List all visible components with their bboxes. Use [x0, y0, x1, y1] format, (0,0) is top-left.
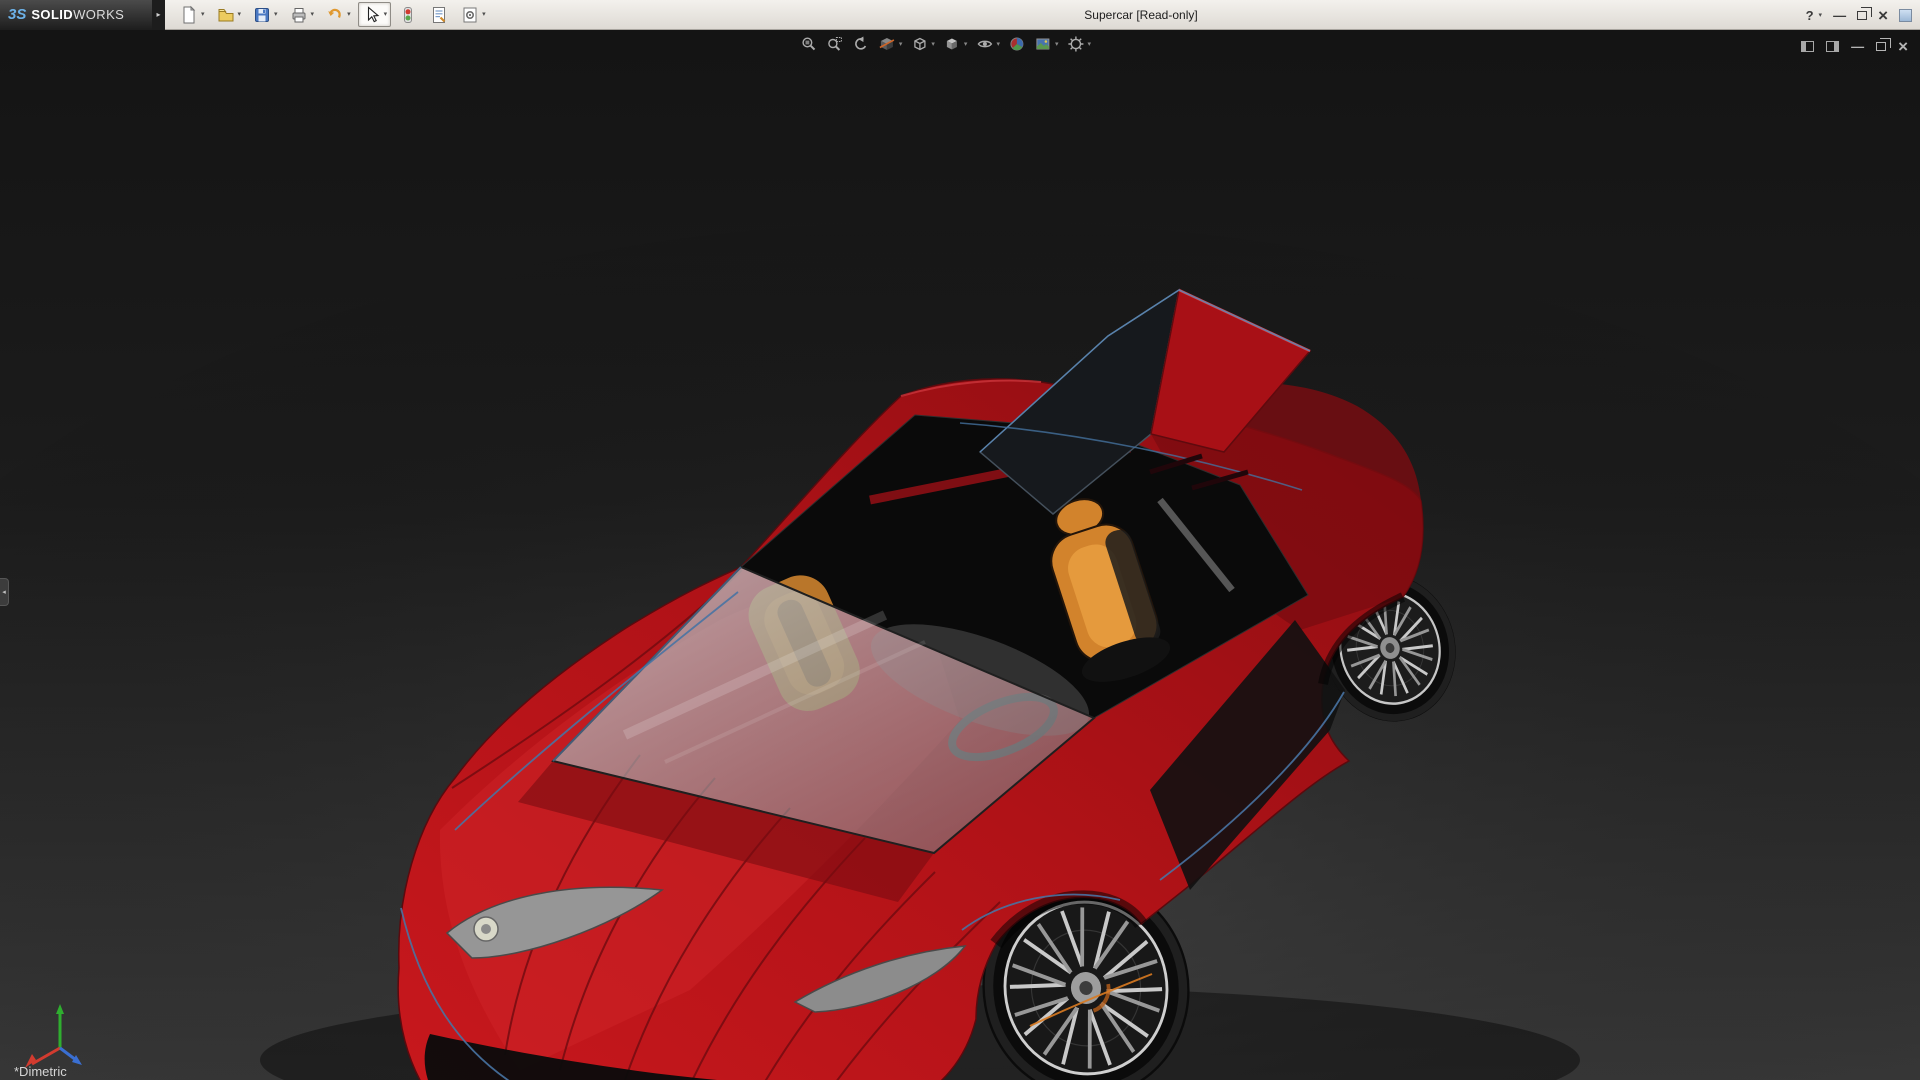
expander-arrow-icon: ▸: [156, 10, 160, 19]
view-settings-icon: [1066, 35, 1084, 53]
restore-button[interactable]: [1857, 11, 1867, 20]
supercar-model: [0, 30, 1920, 1080]
hide-show-items-button[interactable]: ▾: [975, 35, 1000, 53]
reference-triad: [18, 990, 98, 1075]
hide-show-items-icon: [975, 35, 993, 53]
zoom-to-fit-icon: [800, 35, 818, 53]
app-titlebar: 3S SOLIDWORKS ▸ ▾ ▾ ▾: [0, 0, 1920, 30]
show-display-pane-button[interactable]: [1826, 41, 1839, 52]
display-style-icon: [943, 35, 961, 53]
view-settings-button[interactable]: ▾: [1066, 35, 1091, 53]
standard-toolbar: ▾ ▾ ▾ ▾ ▾: [175, 2, 490, 27]
dropdown-caret[interactable]: ▾: [899, 41, 903, 48]
rebuild-button[interactable]: [394, 2, 422, 27]
headsup-view-toolbar: ▾ ▾ ▾ ▾: [800, 35, 1091, 53]
undo-icon: [325, 5, 345, 25]
apply-scene-button[interactable]: ▾: [1034, 35, 1059, 53]
print-icon: [289, 5, 309, 25]
zoom-to-area-icon: [826, 35, 844, 53]
dropdown-caret[interactable]: ▾: [238, 11, 242, 18]
section-view-button[interactable]: ▾: [878, 35, 903, 53]
dropdown-caret[interactable]: ▾: [384, 11, 388, 18]
window-controls: ? ▾ — ×: [1806, 0, 1912, 30]
zoom-to-fit-button[interactable]: [800, 35, 818, 53]
dropdown-caret[interactable]: ▾: [1087, 41, 1091, 48]
dropdown-caret[interactable]: ▾: [201, 11, 205, 18]
print-button[interactable]: ▾: [285, 2, 319, 27]
section-view-icon: [878, 35, 896, 53]
save-icon: [252, 5, 272, 25]
restore-document-button[interactable]: [1876, 42, 1886, 51]
new-document-button[interactable]: ▾: [175, 2, 209, 27]
select-icon: [362, 5, 382, 25]
window-shade-icon[interactable]: [1899, 9, 1912, 22]
document-window-controls: — ×: [1801, 38, 1908, 55]
dropdown-caret[interactable]: ▾: [311, 11, 315, 18]
close-button[interactable]: ×: [1878, 7, 1888, 24]
new-document-icon: [179, 5, 199, 25]
help-dropdown-caret[interactable]: ▾: [1819, 12, 1823, 19]
open-icon: [216, 5, 236, 25]
collapse-arrow-icon: ◂: [2, 588, 6, 596]
window-title: Supercar [Read-only]: [1084, 0, 1197, 30]
dropdown-caret[interactable]: ▾: [931, 41, 935, 48]
close-document-button[interactable]: ×: [1898, 38, 1908, 55]
restore-icon: [1857, 11, 1867, 20]
brand-text: SOLIDWORKS: [31, 7, 124, 22]
minimize-document-button[interactable]: —: [1851, 40, 1864, 53]
previous-view-button[interactable]: [852, 35, 870, 53]
restore-document-icon: [1876, 42, 1886, 51]
zoom-to-area-button[interactable]: [826, 35, 844, 53]
previous-view-icon: [852, 35, 870, 53]
undo-button[interactable]: ▾: [321, 2, 355, 27]
dropdown-caret[interactable]: ▾: [274, 11, 278, 18]
file-properties-button[interactable]: [425, 2, 453, 27]
3ds-logo-icon: 3S: [8, 6, 26, 23]
save-button[interactable]: ▾: [248, 2, 282, 27]
edit-appearance-icon: [1008, 35, 1026, 53]
panel-collapse-tab[interactable]: ◂: [0, 578, 9, 606]
view-orientation-button[interactable]: ▾: [910, 35, 935, 53]
solidworks-logo: 3S SOLIDWORKS: [0, 0, 152, 30]
open-button[interactable]: ▾: [212, 2, 246, 27]
menu-expander[interactable]: ▸: [152, 0, 165, 30]
view-orientation-icon: [910, 35, 928, 53]
display-style-button[interactable]: ▾: [943, 35, 968, 53]
dropdown-caret[interactable]: ▾: [964, 41, 968, 48]
help-button[interactable]: ?: [1806, 8, 1814, 23]
apply-scene-icon: [1034, 35, 1052, 53]
options-icon: [460, 5, 480, 25]
select-button[interactable]: ▾: [358, 2, 392, 27]
file-properties-icon: [429, 5, 449, 25]
dropdown-caret[interactable]: ▾: [1055, 41, 1059, 48]
options-button[interactable]: ▾: [456, 2, 490, 27]
graphics-viewport[interactable]: ▾ ▾ ▾ ▾: [0, 30, 1920, 1080]
dropdown-caret[interactable]: ▾: [482, 11, 486, 18]
rebuild-icon: [398, 5, 418, 25]
dropdown-caret[interactable]: ▾: [347, 11, 351, 18]
dropdown-caret[interactable]: ▾: [996, 41, 1000, 48]
edit-appearance-button[interactable]: [1008, 35, 1026, 53]
show-feature-pane-button[interactable]: [1801, 41, 1814, 52]
view-orientation-label: *Dimetric: [14, 1064, 67, 1079]
minimize-button[interactable]: —: [1833, 9, 1846, 22]
